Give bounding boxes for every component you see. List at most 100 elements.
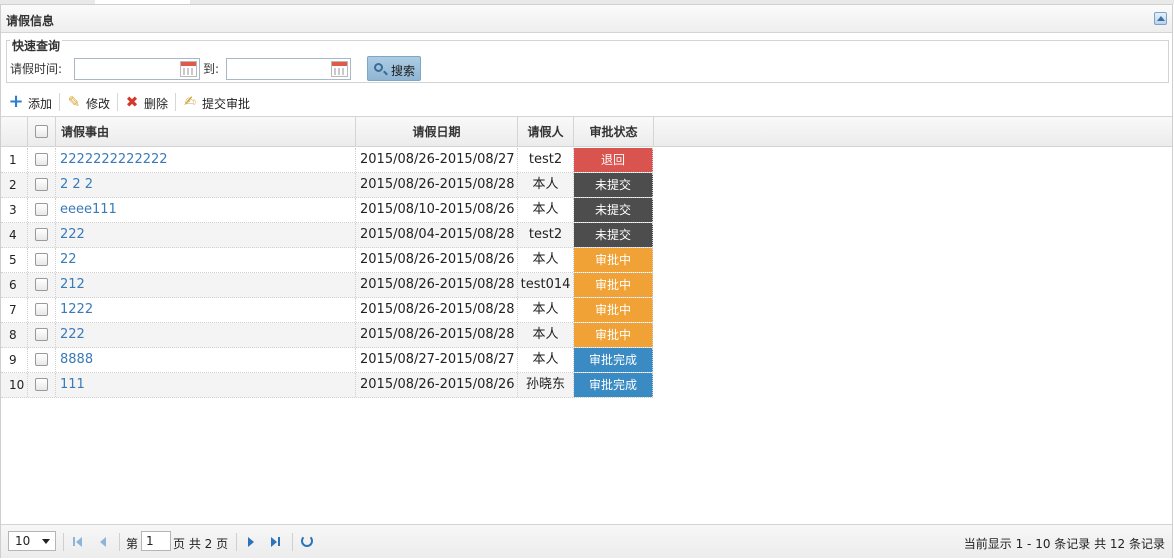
leave-date: 2015/08/26-2015/08/28: [356, 298, 518, 322]
status-badge: 审批中: [574, 298, 653, 322]
status-badge: 审批完成: [574, 373, 653, 397]
collapse-icon[interactable]: [1154, 12, 1167, 25]
row-number: 4: [1, 223, 28, 247]
leave-date: 2015/08/26-2015/08/28: [356, 323, 518, 347]
search-button[interactable]: 搜索: [367, 56, 421, 81]
table-row[interactable]: 6 212 2015/08/26-2015/08/28 test014 审批中: [1, 273, 653, 298]
add-button[interactable]: + 添加: [8, 93, 56, 112]
row-checkbox-cell: [28, 173, 56, 197]
leave-person: test2: [518, 148, 574, 172]
row-number: 2: [1, 173, 28, 197]
prev-page-icon[interactable]: [96, 535, 110, 549]
reason-link[interactable]: 222: [56, 323, 356, 347]
calendar-icon[interactable]: [180, 61, 197, 77]
record-info: 当前显示 1 - 10 条记录 共 12 条记录: [963, 537, 1165, 551]
column-header-date[interactable]: 请假日期: [356, 117, 518, 147]
page-prefix-label: 第: [126, 537, 139, 551]
reason-link[interactable]: 22: [56, 248, 356, 272]
toolbar-divider: [59, 93, 60, 111]
select-all-checkbox[interactable]: [35, 125, 48, 138]
row-checkbox[interactable]: [35, 353, 48, 366]
to-label: 到:: [203, 62, 220, 76]
leave-table: 请假事由 请假日期 请假人 审批状态 1 2222222222222 2015/…: [1, 116, 1172, 524]
row-checkbox-cell: [28, 248, 56, 272]
edit-button[interactable]: ✎ 修改: [66, 93, 114, 111]
reason-link[interactable]: 8888: [56, 348, 356, 372]
row-checkbox-cell: [28, 148, 56, 172]
refresh-icon[interactable]: [301, 535, 313, 547]
row-checkbox[interactable]: [35, 253, 48, 266]
select-all-header: [28, 117, 56, 147]
delete-x-icon: ✖: [125, 93, 139, 111]
row-checkbox[interactable]: [35, 153, 48, 166]
pager-divider: [292, 533, 293, 551]
reason-link[interactable]: 222: [56, 223, 356, 247]
row-checkbox[interactable]: [35, 278, 48, 291]
end-date-field[interactable]: [226, 58, 351, 80]
panel-title: 请假信息: [6, 14, 55, 28]
table-row[interactable]: 3 eeee111 2015/08/10-2015/08/26 本人 未提交: [1, 198, 653, 223]
row-checkbox[interactable]: [35, 178, 48, 191]
leave-person: 本人: [518, 198, 574, 222]
row-number: 6: [1, 273, 28, 297]
status-badge: 审批完成: [574, 348, 653, 372]
table-row[interactable]: 7 1222 2015/08/26-2015/08/28 本人 审批中: [1, 298, 653, 323]
search-icon: [374, 63, 383, 72]
table-row[interactable]: 2 2 2 2 2015/08/26-2015/08/28 本人 未提交: [1, 173, 653, 198]
current-page-input[interactable]: 1: [141, 531, 171, 551]
add-button-label: 添加: [28, 97, 53, 111]
status-badge: 退回: [574, 148, 653, 172]
table-row[interactable]: 5 22 2015/08/26-2015/08/26 本人 审批中: [1, 248, 653, 273]
table-row[interactable]: 8 222 2015/08/26-2015/08/28 本人 审批中: [1, 323, 653, 348]
first-page-icon[interactable]: [71, 535, 85, 549]
reason-link[interactable]: 1222: [56, 298, 356, 322]
leave-date: 2015/08/27-2015/08/27: [356, 348, 518, 372]
status-badge: 未提交: [574, 198, 653, 222]
toolbar: + 添加 ✎ 修改 ✖ 删除 ✍ 提交审批: [1, 88, 1172, 116]
column-header-status[interactable]: 审批状态: [574, 117, 654, 147]
submit-approval-label: 提交审批: [202, 97, 251, 111]
row-checkbox[interactable]: [35, 378, 48, 391]
leave-person: 本人: [518, 298, 574, 322]
submit-approval-button[interactable]: ✍ 提交审批: [182, 93, 254, 111]
column-header-person[interactable]: 请假人: [518, 117, 574, 147]
table-row[interactable]: 1 2222222222222 2015/08/26-2015/08/27 te…: [1, 148, 653, 173]
start-date-field[interactable]: [74, 58, 200, 80]
leave-person: test2: [518, 223, 574, 247]
row-checkbox-cell: [28, 373, 56, 397]
leave-panel: 请假信息 快速查询 请假时间: 到: 搜索 + 添加 ✎ 修改 ✖ 删除 ✍ 提…: [0, 4, 1173, 558]
status-badge: 未提交: [574, 223, 653, 247]
column-header-reason[interactable]: 请假事由: [56, 117, 356, 147]
submit-doc-icon: ✍: [184, 94, 196, 110]
row-checkbox[interactable]: [35, 203, 48, 216]
calendar-icon[interactable]: [331, 61, 348, 77]
leave-person: 本人: [518, 348, 574, 372]
reason-link[interactable]: 2 2 2: [56, 173, 356, 197]
reason-link[interactable]: 212: [56, 273, 356, 297]
page-size-value: 10: [15, 534, 31, 548]
reason-link[interactable]: 111: [56, 373, 356, 397]
table-row[interactable]: 9 8888 2015/08/27-2015/08/27 本人 审批完成: [1, 348, 653, 373]
reason-link[interactable]: 2222222222222: [56, 148, 356, 172]
leave-person: 本人: [518, 173, 574, 197]
leave-person: 本人: [518, 323, 574, 347]
leave-person: test014: [518, 273, 574, 297]
page-size-select[interactable]: 10: [8, 531, 56, 551]
table-row[interactable]: 10 111 2015/08/26-2015/08/26 孙晓东 审批完成: [1, 373, 653, 398]
row-number: 7: [1, 298, 28, 322]
pager-divider: [119, 533, 120, 551]
table-row[interactable]: 4 222 2015/08/04-2015/08/28 test2 未提交: [1, 223, 653, 248]
leave-date: 2015/08/26-2015/08/26: [356, 373, 518, 397]
leave-time-label: 请假时间:: [10, 62, 63, 76]
last-page-icon[interactable]: [269, 535, 283, 549]
reason-link[interactable]: eeee111: [56, 198, 356, 222]
next-page-icon[interactable]: [244, 535, 258, 549]
table-header: 请假事由 请假日期 请假人 审批状态: [1, 117, 1172, 147]
page-total-label: 页 共 2 页: [173, 537, 229, 551]
row-checkbox[interactable]: [35, 328, 48, 341]
row-checkbox-cell: [28, 198, 56, 222]
delete-button[interactable]: ✖ 删除: [124, 93, 172, 111]
row-checkbox[interactable]: [35, 303, 48, 316]
row-checkbox[interactable]: [35, 228, 48, 241]
leave-person: 本人: [518, 248, 574, 272]
